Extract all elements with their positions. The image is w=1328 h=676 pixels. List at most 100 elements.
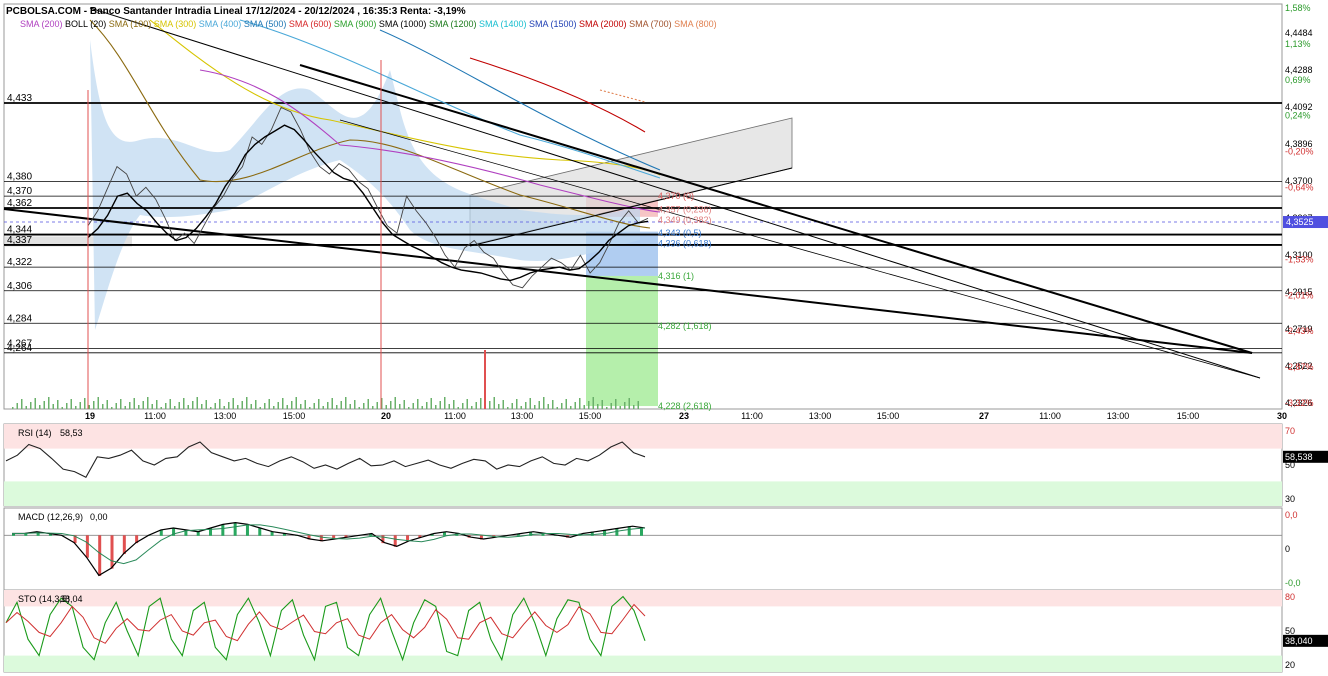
overbought-zone xyxy=(4,424,1282,449)
indicator-value: 0,00 xyxy=(90,512,108,522)
legend-item: SMA (700) xyxy=(629,19,674,29)
volume-bar xyxy=(615,399,617,409)
right-axis-pct: -1,53% xyxy=(1285,254,1314,264)
level-label: 4,264 xyxy=(7,343,32,354)
volume-bar xyxy=(471,406,473,409)
volume-bar xyxy=(111,407,113,409)
macd-histogram-bar xyxy=(221,524,225,536)
volume-bar xyxy=(142,401,144,409)
volume-bar xyxy=(12,407,14,409)
volume-bar xyxy=(480,398,482,409)
volume-bar xyxy=(241,401,243,409)
volume-bar xyxy=(561,403,563,409)
volume-bar xyxy=(601,400,603,409)
macd-histogram-bar xyxy=(110,535,114,569)
volume-bar xyxy=(331,398,333,409)
right-axis-pct: -2,87% xyxy=(1285,362,1314,372)
indicator-value: 58,53 xyxy=(60,428,83,438)
volume-bar xyxy=(579,398,581,409)
indicator-tick: 70 xyxy=(1285,426,1295,436)
price-panel: 4,433 4,380 4,3704,362 4,3444,337 4,322 4,306… xyxy=(3,3,1328,421)
volume-bar xyxy=(520,406,522,409)
volume-bar xyxy=(556,407,558,409)
macd-histogram-bar xyxy=(122,535,126,555)
volume-bar xyxy=(538,401,540,409)
volume-bar xyxy=(363,403,365,409)
x-axis-tick: 15:00 xyxy=(579,411,602,421)
volume-bar xyxy=(178,402,180,409)
volume-bar xyxy=(543,397,545,409)
volume-bar xyxy=(192,401,194,409)
current-price-label: 4,3525 xyxy=(1286,217,1314,227)
volume-bar xyxy=(75,406,77,409)
volume-bar xyxy=(444,397,446,409)
volume-bar xyxy=(448,404,450,409)
volume-bar xyxy=(223,406,225,409)
right-axis-pct: -2,43% xyxy=(1285,326,1314,336)
volume-bar xyxy=(498,404,500,409)
volume-bar xyxy=(493,397,495,409)
volume-bar xyxy=(592,397,594,409)
legend-item: SMA (800) xyxy=(674,19,717,29)
volume-bar xyxy=(394,397,396,409)
indicator-tick: 0 xyxy=(1285,544,1290,554)
volume-bar xyxy=(457,407,459,409)
overbought-zone xyxy=(4,590,1282,607)
sto-panel: STO (14,3,5) 38,04 80502038,040 xyxy=(3,589,1328,673)
volume-bar xyxy=(88,405,90,409)
volume-bar xyxy=(430,398,432,409)
volume-bar xyxy=(637,401,639,409)
volume-bar xyxy=(534,405,536,409)
macd-histogram-bar xyxy=(640,528,643,536)
x-axis-tick: 11:00 xyxy=(144,411,166,421)
volume-bar xyxy=(466,399,468,409)
volume-bar xyxy=(156,400,158,409)
fib-label: 4,228 (2,618) xyxy=(658,401,712,411)
fib-label: 4,316 (1) xyxy=(658,271,694,281)
legend-item: SMA (1400) xyxy=(479,19,529,29)
volume-bar xyxy=(318,399,320,409)
volume-bar xyxy=(583,405,585,409)
x-axis-tick: 13:00 xyxy=(214,411,237,421)
volume-bar xyxy=(48,397,50,409)
macd-histogram-bar xyxy=(258,528,262,536)
legend-item: BOLL (20) xyxy=(65,19,109,29)
volume-bar xyxy=(277,402,279,409)
volume-bar xyxy=(57,400,59,409)
volume-bar xyxy=(174,406,176,409)
volume-bar xyxy=(349,404,351,409)
right-axis-pct: -0,64% xyxy=(1285,183,1314,193)
volume-bar xyxy=(439,401,441,409)
x-axis-tick: 15:00 xyxy=(1177,411,1200,421)
fib-label: 4,370 (0) xyxy=(658,191,694,201)
right-axis-pct: -3,32% xyxy=(1285,398,1314,408)
indicator-tick: 20 xyxy=(1285,660,1295,670)
indicator-label: MACD (12,26,9) xyxy=(18,512,83,522)
volume-bar xyxy=(210,407,212,409)
legend-item: SMA (400) xyxy=(199,19,244,29)
volume-bar xyxy=(124,406,126,409)
indicator-label: RSI (14) xyxy=(18,428,52,438)
chart-title: PCBOLSA.COM - Banco Santander Intradia L… xyxy=(6,6,466,17)
volume-bar xyxy=(628,398,630,409)
legend-item: SMA (900) xyxy=(334,19,379,29)
x-axis-tick: 15:00 xyxy=(283,411,306,421)
macd-histogram-bar xyxy=(85,535,89,558)
volume-bar xyxy=(295,397,297,409)
volume-bar xyxy=(43,401,45,409)
volume-bar xyxy=(106,400,108,409)
volume-bar xyxy=(16,403,18,409)
volume-bar xyxy=(21,399,23,409)
right-axis-tick: 4,4288 xyxy=(1285,65,1313,75)
level-label: 4,337 xyxy=(7,235,32,246)
level-label: 4,344 xyxy=(7,225,32,236)
right-axis-pct: 1,13% xyxy=(1285,39,1311,49)
volume-bar xyxy=(376,402,378,409)
fib-label: 4,343 (0,5) xyxy=(658,228,702,238)
volume-bar xyxy=(633,405,635,409)
chart-canvas: 4,433 4,380 4,3704,362 4,3444,337 4,322 4,306… xyxy=(3,3,1328,673)
fib-label: 4,336 (0,618) xyxy=(658,238,712,248)
legend-item: SMA (100) xyxy=(109,19,154,29)
volume-bar xyxy=(399,404,401,409)
volume-bar xyxy=(412,403,414,409)
